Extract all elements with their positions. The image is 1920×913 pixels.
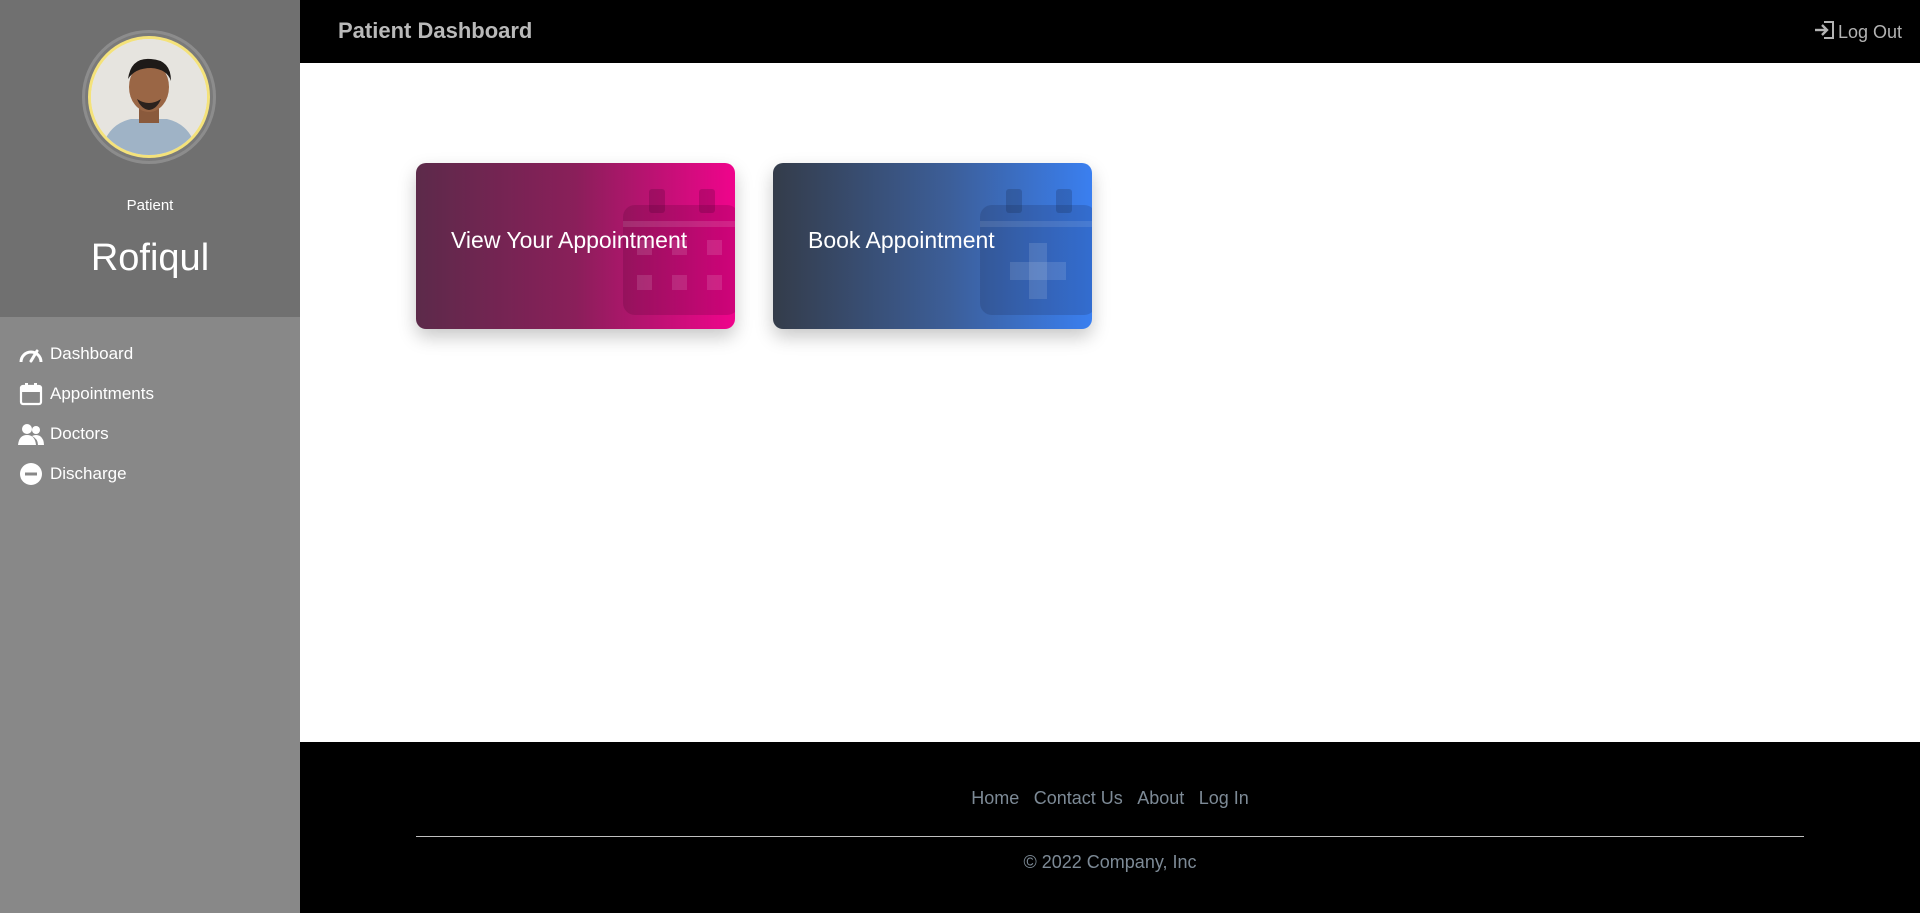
sidebar-item-label: Doctors xyxy=(50,424,109,443)
users-icon xyxy=(18,421,44,447)
profile-panel: Patient Rofiqul xyxy=(0,0,300,317)
footer-nav: Home Contact Us About Log In xyxy=(300,788,1920,809)
top-bar: Patient Dashboard Log Out xyxy=(300,0,1920,63)
footer-link-home[interactable]: Home xyxy=(971,788,1019,808)
sidebar-item-appointments[interactable]: Appointments xyxy=(18,374,154,414)
sidebar-item-label: Discharge xyxy=(50,464,127,483)
view-appointment-card[interactable]: View Your Appointment xyxy=(416,163,735,329)
calendar-grid-icon xyxy=(619,185,735,329)
card-label: View Your Appointment xyxy=(451,227,688,253)
card-label: Book Appointment xyxy=(808,227,995,253)
minus-circle-icon xyxy=(18,461,44,487)
avatar xyxy=(88,36,210,158)
book-appointment-card[interactable]: Book Appointment xyxy=(773,163,1092,329)
copyright: © 2022 Company, Inc xyxy=(1023,852,1197,872)
sign-in-icon xyxy=(1814,20,1838,45)
footer-divider xyxy=(416,836,1804,837)
sidebar-item-label: Dashboard xyxy=(50,344,134,363)
page-title: Patient Dashboard xyxy=(338,18,533,43)
footer-link-contact[interactable]: Contact Us xyxy=(1034,788,1123,808)
user-role: Patient xyxy=(126,197,174,214)
sidebar-item-dashboard[interactable]: Dashboard xyxy=(18,334,154,374)
avatar-frame xyxy=(82,30,216,164)
logout-label: Log Out xyxy=(1837,22,1902,42)
sidebar: Patient Rofiqul Dashboard Appointments D… xyxy=(0,0,300,913)
user-name: Rofiqul xyxy=(90,237,210,279)
sidebar-item-doctors[interactable]: Doctors xyxy=(18,414,154,454)
footer: Home Contact Us About Log In © 2022 Comp… xyxy=(300,742,1920,913)
sidebar-nav: Dashboard Appointments Doctors Discharge xyxy=(18,334,154,494)
footer-link-about[interactable]: About xyxy=(1137,788,1184,808)
speedometer-icon xyxy=(18,341,44,367)
calendar-plus-icon xyxy=(976,185,1092,329)
calendar-icon xyxy=(18,381,44,407)
sidebar-item-discharge[interactable]: Discharge xyxy=(18,454,154,494)
logout-button[interactable]: Log Out xyxy=(1814,20,1902,45)
footer-link-login[interactable]: Log In xyxy=(1199,788,1249,808)
sidebar-item-label: Appointments xyxy=(50,384,154,403)
